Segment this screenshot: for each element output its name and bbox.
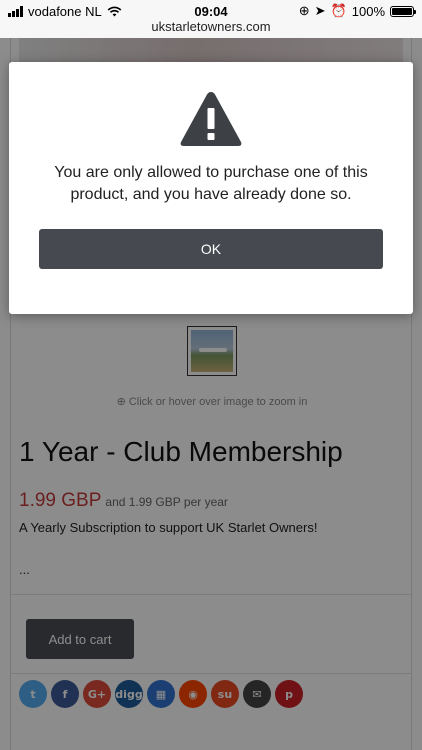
ok-button[interactable]: OK — [39, 229, 383, 269]
alert-dialog: You are only allowed to purchase one of … — [9, 62, 413, 314]
wifi-icon — [107, 6, 122, 16]
location-icon: ➤ — [314, 3, 326, 18]
battery-icon — [390, 5, 416, 17]
battery-percent: 100% — [351, 3, 385, 19]
alert-message: You are only allowed to purchase one of … — [54, 164, 368, 203]
alarm-icon: ⏰ — [330, 3, 347, 18]
screen: vodafone NL 09:04 ⊕ ➤ ⏰ 100% ukstarletow… — [0, 0, 422, 750]
carrier-name: vodafone NL — [28, 3, 102, 19]
warning-icon — [180, 92, 242, 146]
status-right: ⊕ ➤ ⏰ 100% — [298, 3, 416, 19]
status-left: vodafone NL — [8, 4, 122, 19]
address-bar[interactable]: ukstarletowners.com — [0, 18, 422, 38]
rotation-lock-icon: ⊕ — [298, 3, 310, 18]
signal-icon — [8, 5, 23, 17]
